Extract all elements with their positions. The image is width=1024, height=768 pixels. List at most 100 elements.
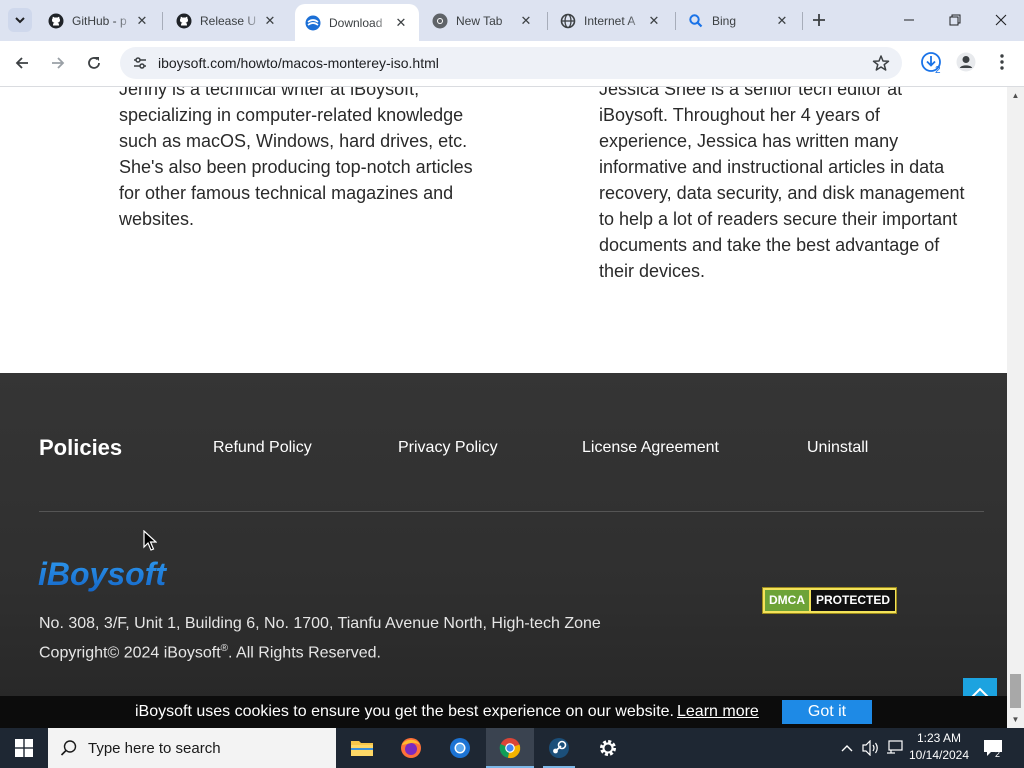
tab-label: New Tab [456, 13, 503, 28]
windows-taskbar: Type here to search 1:23 AM 10/14/2024 [0, 728, 1024, 768]
folder-icon [351, 741, 373, 756]
mouse-cursor-icon [143, 530, 157, 551]
close-window-button[interactable] [978, 0, 1024, 40]
github-icon [176, 13, 192, 29]
author-bio-jenny: Jenny is a technical writer at iBoysoft,… [119, 87, 473, 229]
cookie-consent-bar: iBoysoft uses cookies to ensure you get … [0, 696, 1007, 728]
taskbar-file-explorer[interactable] [338, 728, 386, 768]
chevron-up-icon [841, 745, 853, 752]
globe-icon [560, 13, 576, 29]
company-address: No. 308, 3/F, Unit 1, Building 6, No. 17… [39, 615, 601, 632]
network-button[interactable] [884, 728, 906, 768]
copyright-text: Copyright© 2024 iBoysoft®. All Rights Re… [39, 643, 381, 662]
taskbar-settings[interactable] [584, 728, 632, 768]
cookie-message: iBoysoft uses cookies to ensure you get … [135, 703, 674, 720]
scroll-up-arrow-icon[interactable]: ▲ [1007, 87, 1024, 104]
start-button[interactable] [0, 728, 48, 768]
tab-label: Bing [712, 13, 737, 28]
show-hidden-icons-button[interactable] [838, 728, 856, 768]
profile-button[interactable] [953, 49, 979, 75]
close-tab-icon[interactable]: ✕ [134, 13, 150, 29]
chrome-menu-button[interactable] [990, 49, 1014, 75]
registered-mark: ® [220, 643, 229, 654]
windows-logo-icon [15, 739, 33, 757]
chromium-icon [450, 738, 470, 758]
url-text[interactable]: iboysoft.com/howto/macos-monterey-iso.ht… [158, 55, 439, 71]
tab-release[interactable]: Release U ✕ [166, 5, 288, 36]
page-scrollbar[interactable]: ▲ ▼ [1007, 87, 1024, 728]
scroll-down-arrow-icon[interactable]: ▼ [1007, 711, 1024, 728]
reload-icon [88, 57, 100, 69]
close-tab-icon[interactable]: ✕ [262, 13, 278, 29]
close-tab-icon[interactable]: ✕ [518, 13, 534, 29]
search-placeholder: Type here to search [88, 739, 221, 757]
dmca-protected-badge[interactable]: DMCA PROTECTED [762, 587, 897, 614]
browser-toolbar: iboysoft.com/howto/macos-monterey-iso.ht… [0, 41, 1024, 87]
speaker-icon [862, 740, 878, 756]
tab-search-button[interactable] [8, 8, 32, 32]
privacy-policy-link[interactable]: Privacy Policy [398, 439, 498, 457]
svg-text:iBoysoft: iBoysoft [38, 556, 167, 592]
reload-button[interactable] [80, 49, 108, 77]
uninstall-link[interactable]: Uninstall [807, 439, 868, 457]
tab-download-active[interactable]: Download ✕ [295, 4, 419, 41]
refund-policy-link[interactable]: Refund Policy [213, 439, 312, 457]
search-icon [60, 740, 77, 756]
search-icon [688, 13, 704, 29]
scrollbar-thumb[interactable] [1010, 674, 1021, 708]
taskbar-chrome[interactable] [486, 728, 534, 768]
author-bio-jessica: Jessica Shee is a senior tech editor at … [599, 87, 965, 281]
restore-icon [949, 14, 961, 26]
license-agreement-link[interactable]: License Agreement [582, 439, 719, 457]
chrome-icon [432, 13, 448, 29]
notification-count-badge: 2 [995, 749, 1001, 759]
taskbar-search-box[interactable]: Type here to search [48, 728, 336, 768]
volume-button[interactable] [860, 728, 882, 768]
download-count-badge: 2 [935, 65, 941, 76]
chrome-icon [499, 738, 521, 759]
tab-internet-archive[interactable]: Internet A ✕ [550, 5, 672, 36]
taskbar-clock[interactable]: 1:23 AM 10/14/2024 [906, 730, 972, 764]
taskbar-steam[interactable] [535, 728, 583, 768]
protected-label: PROTECTED [811, 590, 896, 611]
site-info-icon[interactable] [124, 55, 156, 71]
tab-github[interactable]: GitHub - p ✕ [38, 5, 160, 36]
policies-heading: Policies [39, 435, 123, 460]
tab-label: Release U [200, 13, 257, 28]
more-vertical-icon [1000, 54, 1004, 70]
arrow-right-icon [52, 57, 65, 69]
tab-bing[interactable]: Bing ✕ [678, 5, 800, 36]
dmca-label: DMCA [765, 590, 809, 611]
notifications-button[interactable] [980, 728, 1006, 768]
gear-icon [600, 740, 616, 756]
forward-button[interactable] [44, 49, 72, 77]
got-it-button[interactable]: Got it [782, 700, 872, 724]
arrow-left-icon [15, 57, 28, 69]
iboysoft-icon [305, 15, 321, 31]
taskbar-chromium[interactable] [436, 728, 484, 768]
chevron-down-icon [15, 17, 25, 24]
address-bar[interactable]: iboysoft.com/howto/macos-monterey-iso.ht… [120, 47, 902, 79]
new-tab-button[interactable] [808, 9, 830, 31]
minimize-icon [904, 19, 914, 21]
tab-separator [675, 12, 676, 30]
back-button[interactable] [8, 49, 36, 77]
footer-divider [39, 511, 984, 512]
profile-icon [956, 52, 976, 72]
restore-button[interactable] [932, 0, 978, 40]
close-tab-icon[interactable]: ✕ [646, 13, 662, 29]
iboysoft-logo[interactable]: iBoysoft [38, 553, 178, 595]
bookmark-star-icon[interactable] [872, 54, 890, 77]
minimize-button[interactable] [886, 0, 932, 40]
steam-icon [549, 738, 569, 758]
tab-new-tab[interactable]: New Tab ✕ [422, 5, 544, 36]
close-tab-icon[interactable]: ✕ [393, 15, 409, 31]
learn-more-link[interactable]: Learn more [677, 703, 759, 721]
tab-label: Download [329, 15, 383, 30]
taskbar-firefox[interactable] [387, 728, 435, 768]
copyright-main: Copyright© 2024 iBoysoft [39, 644, 221, 662]
tab-separator [162, 12, 163, 30]
close-tab-icon[interactable]: ✕ [774, 13, 790, 29]
network-icon [887, 740, 903, 754]
tab-label: Internet A [584, 13, 636, 28]
